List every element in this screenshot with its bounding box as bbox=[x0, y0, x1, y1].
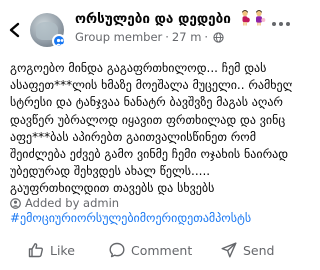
post-header: ორსულები და დედები Group member · 27 m · bbox=[0, 0, 300, 56]
like-button[interactable]: Like bbox=[28, 238, 75, 262]
globe-icon bbox=[213, 32, 224, 43]
meta-separator: · bbox=[165, 30, 169, 44]
group-name[interactable]: ორსულები და დედები bbox=[75, 10, 267, 27]
comment-label: Comment bbox=[131, 242, 193, 258]
post-line: ასაფეთ***ლის ხმაზე მოეშალა მუცელი.. რამხ… bbox=[10, 78, 292, 93]
like-label: Like bbox=[50, 242, 75, 258]
hashtag-link[interactable]: #ემოციურიორსულებიმოერიდეთამპოსტს bbox=[10, 211, 251, 225]
post-actions-bar: Like Comment Send bbox=[0, 234, 300, 270]
admin-icon bbox=[10, 198, 21, 209]
comment-icon bbox=[109, 242, 125, 258]
group-name-label: ორსულები და დედები bbox=[75, 11, 231, 27]
chevron-left-icon[interactable] bbox=[8, 22, 22, 38]
post-line: სტრესი და ტანჯვაა ნანატრ ბავშვზე მაგას ა… bbox=[10, 95, 283, 110]
pregnant-woman-emoji-icon bbox=[241, 10, 265, 26]
send-button[interactable]: Send bbox=[221, 238, 274, 262]
admin-note-label: Added by admin bbox=[25, 196, 120, 210]
group-badge-icon bbox=[52, 34, 66, 48]
post-time[interactable]: 27 m bbox=[172, 30, 202, 44]
thumbs-up-icon bbox=[28, 243, 43, 258]
send-label: Send bbox=[243, 242, 275, 258]
post-line: შეიძლება ეძვებ გამო ვინმე ჩემი ოჯახის ნა… bbox=[10, 147, 289, 162]
meta-separator-2: · bbox=[204, 30, 209, 44]
post-line: გოგოებო მინდა გაგაფრთხილოდ... ჩემ დას bbox=[10, 61, 267, 75]
post-line: აფე***ბას აპირებთ გაითვალისწინეთ რომ bbox=[10, 129, 257, 144]
more-dots-icon[interactable] bbox=[272, 22, 290, 28]
comment-button[interactable]: Comment bbox=[109, 238, 192, 262]
post-line: დავწერ უბრალოდ იყავით ფრთხილად და ვინც bbox=[10, 112, 286, 127]
post-body: გოგოებო მინდა გაგაფრთხილოდ... ჩემ დას ას… bbox=[10, 60, 292, 198]
post-meta: Group member · 27 m · bbox=[75, 30, 224, 44]
post-line: უბედურად შეხვდეს ახალ წელს..... bbox=[10, 164, 211, 179]
send-icon bbox=[221, 242, 237, 258]
admin-note: Added by admin bbox=[10, 196, 119, 210]
member-role: Group member bbox=[75, 30, 163, 44]
